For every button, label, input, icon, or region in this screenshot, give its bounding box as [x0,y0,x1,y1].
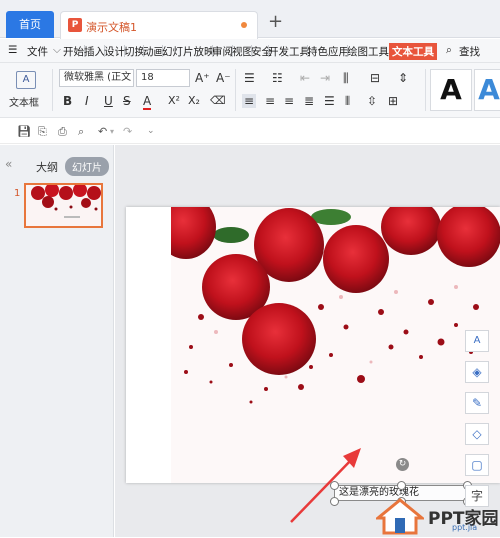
menu-view[interactable]: 视图 [232,44,253,59]
slide-number: 1 [14,188,21,199]
numbered-list-icon[interactable]: ☷ [272,71,283,85]
align-center-icon[interactable]: ≡ [265,94,275,108]
layers-icon[interactable]: ◈ [465,361,489,383]
increase-indent-icon[interactable]: ⇥ [320,71,330,85]
format-painter-icon[interactable]: ⎘ [38,125,47,139]
redo-icon[interactable]: ↷ [123,125,132,138]
align-left-icon[interactable]: ≡ [242,94,257,108]
chevron-down-icon[interactable]: ▾ [110,127,114,136]
menu-slideshow[interactable]: 幻灯片放映 [162,44,215,59]
menu-developer[interactable]: 开发工具 [268,44,310,59]
watermark-url: ppt.jia [452,523,478,532]
search-button[interactable]: 查找 [459,44,480,59]
ribbon-toolbar: A 文本框 微软雅黑 (正文 18 A⁺ A⁻ B I U S A X² X₂ … [0,63,500,118]
shrink-font-button[interactable]: A⁻ [216,71,231,85]
border-icon[interactable]: ▢ [465,454,489,476]
presentation-file-icon: P [68,18,82,32]
text-style-black[interactable]: A [430,69,472,111]
slide-thumbnail[interactable] [24,183,103,228]
text-direction-icon[interactable]: ⫼ [343,71,349,85]
group-divider [52,69,53,111]
underline-button[interactable]: U [104,94,113,108]
search-icon[interactable]: ⌕ [446,44,452,57]
font-name-select[interactable]: 微软雅黑 (正文 [59,69,134,87]
italic-button[interactable]: I [85,94,89,108]
column-icon[interactable]: ⫴ [345,94,350,108]
justify-icon[interactable]: ≣ [304,94,314,108]
menu-transition[interactable]: 切换 [124,44,145,59]
menu-home[interactable]: 开始 [63,44,84,59]
tab-slides[interactable]: 幻灯片 [65,157,109,176]
paragraph-settings-icon[interactable]: ⊞ [388,94,398,108]
menu-bar: ☰ 文件 ⌵ 开始 插入 设计 切换 动画 幻灯片放映 审阅 视图 安全 开发工… [0,39,500,63]
red-arrow-annotation [290,448,361,523]
group-divider [425,69,426,111]
title-tab-bar: 首页 P 演示文稿1 + [0,0,500,39]
menu-design[interactable]: 设计 [104,44,125,59]
align-right-icon[interactable]: ≡ [284,94,294,108]
font-size-select[interactable]: 18 [136,69,190,87]
undo-icon[interactable]: ↶ [98,125,107,138]
bold-button[interactable]: B [63,94,72,108]
hamburger-menu-icon[interactable]: ☰ [8,44,17,56]
rotate-handle-icon[interactable]: ↻ [396,458,409,471]
menu-animation[interactable]: 动画 [143,44,164,59]
superscript-button[interactable]: X² [168,94,180,108]
para-spacing-icon[interactable]: ⇳ [367,94,377,108]
menu-review[interactable]: 审阅 [212,44,233,59]
menu-insert[interactable]: 插入 [84,44,105,59]
strikethrough-button[interactable]: S [123,94,131,108]
menu-file[interactable]: 文件 [27,44,48,59]
fill-icon[interactable]: ◇ [465,423,489,445]
grow-font-button[interactable]: A⁺ [195,71,210,85]
clear-format-icon[interactable]: ⌫ [210,94,226,108]
chevron-down-icon[interactable]: ⌵ [53,44,61,57]
resize-handle[interactable] [397,481,406,490]
menu-drawing-tools[interactable]: 绘图工具 [347,44,389,59]
document-title: 演示文稿1 [86,21,137,34]
save-icon[interactable]: 💾︎ [17,125,31,138]
customize-qat-icon[interactable]: ⌄ [147,126,155,136]
subscript-button[interactable]: X₂ [188,94,200,108]
quick-access-toolbar: 💾︎ ⎘ ⎙ ⌕ ↶ ▾ ↷ ⌄ [0,118,500,144]
text-style-blue[interactable]: A [474,69,500,111]
tab-home[interactable]: 首页 [6,11,54,38]
menu-features[interactable]: 特色应用 [307,44,349,59]
tab-outline[interactable]: 大纲 [36,159,58,175]
line-spacing-icon[interactable]: ⇕ [398,71,408,85]
textbox-button[interactable]: 文本框 [9,94,39,109]
group-divider [235,69,236,111]
unsaved-dot-icon [241,22,247,28]
menu-text-tools[interactable]: 文本工具 [389,43,437,60]
bullet-list-icon[interactable]: ☰ [244,71,255,85]
slide-panel: « 大纲 幻灯片 1 [0,145,114,537]
editing-canvas: ↻ 这是漂亮的玫瑰花 [115,145,500,537]
house-logo-icon [373,498,427,535]
distribute-icon[interactable]: ☰ [324,94,335,108]
text-style-icon[interactable]: A [465,330,489,352]
textbox-icon[interactable]: A [16,71,36,89]
collapse-panel-icon[interactable]: « [5,157,12,171]
new-tab-button[interactable]: + [268,12,283,32]
tab-document[interactable]: P 演示文稿1 [60,11,258,39]
pen-icon[interactable]: ✎ [465,392,489,414]
font-color-button[interactable]: A [143,94,152,110]
site-watermark: PPT家园 ppt.jia [373,498,500,537]
decrease-indent-icon[interactable]: ⇤ [300,71,310,85]
preview-icon[interactable]: ⌕ [78,125,84,139]
print-icon[interactable]: ⎙ [58,125,67,139]
thumbnail-roses-image [26,185,101,226]
align-text-icon[interactable]: ⊟ [370,71,380,85]
